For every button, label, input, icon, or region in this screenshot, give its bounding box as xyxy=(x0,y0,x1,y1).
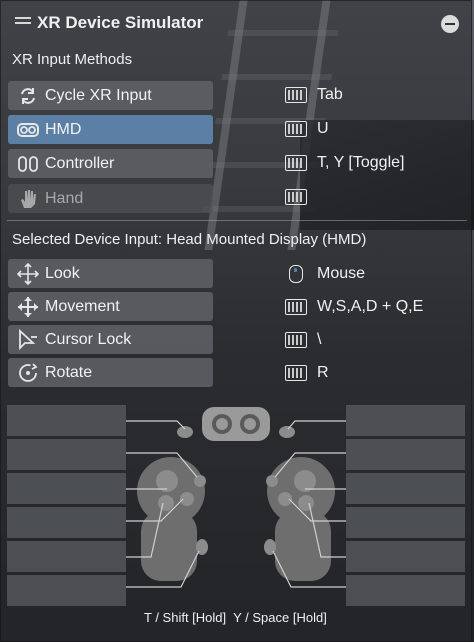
controller-icon xyxy=(17,153,39,175)
look-icon xyxy=(17,262,39,285)
cursor-lock-button[interactable]: Cursor Lock xyxy=(8,325,213,354)
keyboard-icon xyxy=(285,87,307,103)
panel-title: XR Device Simulator xyxy=(37,13,204,32)
button-label: Hand xyxy=(45,189,84,207)
key-hint: Tab xyxy=(285,86,343,104)
key-hint xyxy=(285,189,317,205)
button-label: Movement xyxy=(45,297,120,315)
hmd-glyph xyxy=(202,407,270,441)
hmd-button[interactable]: HMD xyxy=(8,115,213,144)
cycle-xr-input-button[interactable]: Cycle XR Input xyxy=(8,81,213,110)
drag-handle-icon[interactable] xyxy=(15,17,31,27)
key-hint: \ xyxy=(285,331,321,349)
key-hint: T, Y [Toggle] xyxy=(285,154,404,172)
controllers-diagram xyxy=(126,407,346,588)
button-label: Look xyxy=(45,264,80,282)
keyboard-icon xyxy=(285,365,307,381)
keyboard-icon xyxy=(285,299,307,315)
controller-visualization xyxy=(1,401,471,641)
button-label: HMD xyxy=(45,120,82,138)
mouse-icon xyxy=(289,265,303,283)
keyboard-icon xyxy=(285,155,307,171)
xr-device-simulator-panel: XR Device Simulator XR Input Methods Cyc… xyxy=(0,0,472,642)
left-controller-glyph xyxy=(137,426,208,581)
title-bar[interactable]: XR Device Simulator xyxy=(1,1,471,47)
keyboard-icon xyxy=(285,332,307,348)
cursor-lock-icon xyxy=(17,328,39,351)
input-methods-label: XR Input Methods xyxy=(12,51,133,68)
key-hint: Mouse xyxy=(285,265,365,283)
button-label: Cursor Lock xyxy=(45,330,132,348)
controller-button[interactable]: Controller xyxy=(8,149,213,178)
hand-icon xyxy=(17,188,39,210)
button-label: Cycle XR Input xyxy=(45,86,152,104)
movement-icon xyxy=(17,296,39,318)
hmd-icon xyxy=(17,119,39,141)
selected-device-label: Selected Device Input: Head Mounted Disp… xyxy=(12,231,367,248)
look-button[interactable]: Look xyxy=(8,259,213,288)
movement-button[interactable]: Movement xyxy=(8,292,213,321)
modifier-hint: T / Shift [Hold] Y / Space [Hold] xyxy=(144,610,327,625)
keyboard-icon xyxy=(285,189,307,205)
rotate-icon xyxy=(17,362,39,384)
cycle-icon xyxy=(17,85,39,107)
rotate-button[interactable]: Rotate xyxy=(8,358,213,387)
collapse-button[interactable] xyxy=(441,15,459,33)
key-hint: W,S,A,D + Q,E xyxy=(285,298,423,316)
key-hint: U xyxy=(285,120,329,138)
keyboard-icon xyxy=(285,121,307,137)
hand-button[interactable]: Hand xyxy=(8,184,213,213)
divider xyxy=(7,220,467,221)
right-controller-glyph xyxy=(264,426,335,581)
button-label: Controller xyxy=(45,154,115,172)
key-hint: R xyxy=(285,364,329,382)
button-label: Rotate xyxy=(45,363,93,381)
